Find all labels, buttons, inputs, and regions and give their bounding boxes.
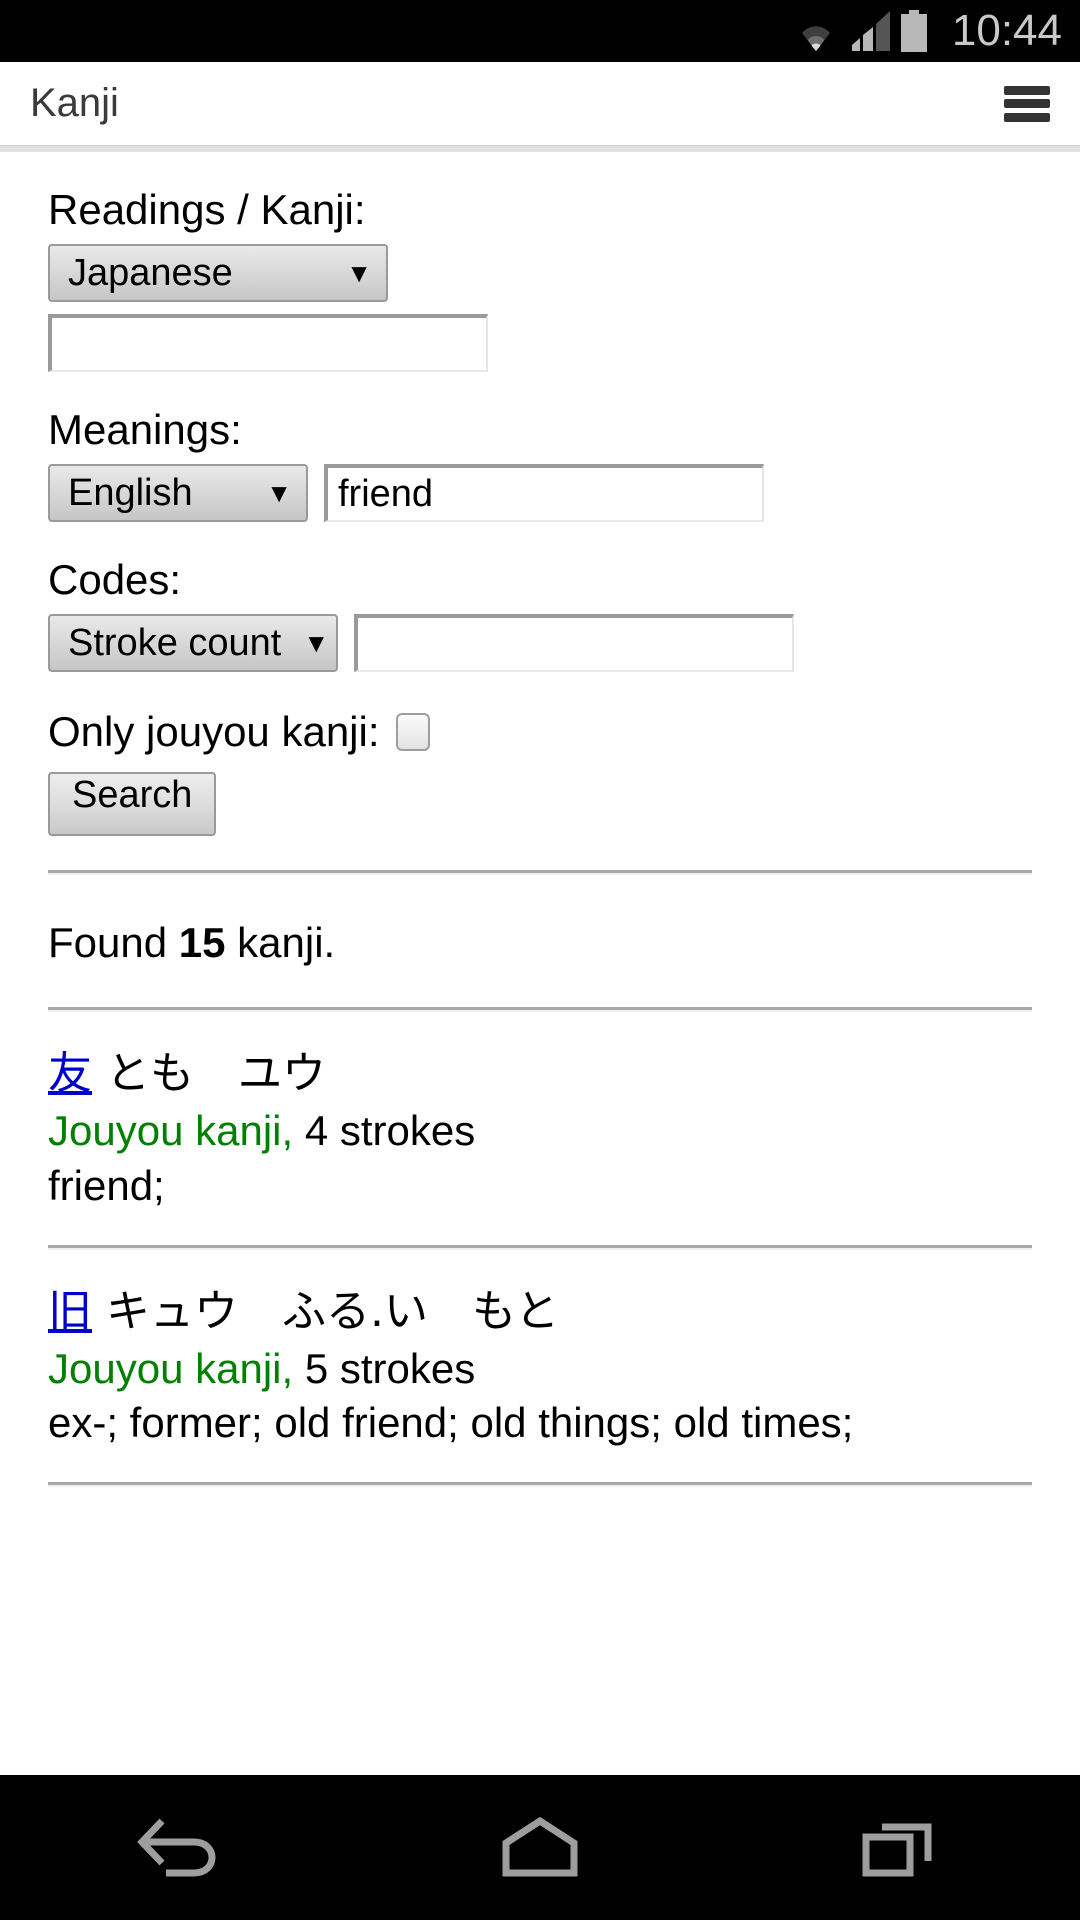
codes-type-value: Stroke count: [68, 621, 282, 664]
page-title: Kanji: [30, 81, 119, 125]
codes-input[interactable]: [354, 614, 794, 672]
app-bar-divider: [0, 145, 1080, 152]
status-bar: 10:44: [0, 0, 1080, 62]
result-meanings: ex-; former; old friend; old things; old…: [48, 1399, 854, 1447]
found-suffix: kanji.: [225, 919, 336, 966]
found-prefix: Found: [48, 919, 179, 966]
jouyou-badge: Jouyou kanji,: [48, 1107, 294, 1154]
only-jouyou-row: Only jouyou kanji:: [48, 708, 1032, 756]
codes-row: Stroke count ▼: [48, 614, 1032, 672]
result-item: 友とも ユウ Jouyou kanji, 4 strokes friend;: [48, 1046, 1032, 1211]
codes-label: Codes:: [48, 556, 182, 603]
chevron-down-icon: ▼: [303, 628, 330, 658]
result-meta: Jouyou kanji, 5 strokes: [48, 1343, 1032, 1396]
results-count: Found 15 kanji.: [48, 919, 1032, 967]
kanji-character-link[interactable]: 友: [48, 1048, 92, 1099]
result-meanings: friend;: [48, 1161, 165, 1209]
kanji-character-link[interactable]: 旧: [48, 1286, 92, 1337]
readings-language-value: Japanese: [68, 251, 233, 294]
search-button[interactable]: Search: [48, 772, 217, 836]
result-heading: 友とも ユウ: [48, 1046, 1032, 1101]
jouyou-badge: Jouyou kanji,: [48, 1344, 294, 1392]
meanings-label: Meanings:: [48, 406, 242, 453]
home-icon: [502, 1816, 578, 1876]
kanji-readings: キュウ ふる.い もと: [106, 1285, 560, 1337]
scroll-content[interactable]: Readings / Kanji: Japanese ▼ Meanings: E…: [0, 152, 1080, 1775]
meanings-row: English ▼: [48, 464, 1032, 522]
only-jouyou-checkbox[interactable]: [395, 713, 430, 751]
recent-apps-icon: [862, 1823, 932, 1876]
stroke-count: 4 strokes: [293, 1107, 476, 1154]
hamburger-menu-icon[interactable]: [1004, 85, 1050, 122]
wifi-icon: [801, 26, 830, 51]
nav-recents-button[interactable]: [800, 1775, 1000, 1920]
readings-input[interactable]: [48, 314, 488, 372]
android-nav-bar: [0, 1775, 1080, 1920]
meanings-language-select[interactable]: English ▼: [48, 464, 308, 522]
only-jouyou-label: Only jouyou kanji:: [48, 708, 380, 755]
kanji-readings: とも ユウ: [106, 1048, 326, 1099]
status-clock: 10:44: [951, 6, 1062, 55]
meanings-input[interactable]: [324, 464, 764, 522]
result-item: 旧キュウ ふる.い もと Jouyou kanji, 5 strokes ex-…: [48, 1284, 1032, 1449]
form-results-divider: [48, 870, 1032, 875]
signal-icon: [851, 11, 890, 51]
readings-language-select[interactable]: Japanese ▼: [48, 244, 388, 302]
meanings-language-value: English: [68, 471, 193, 514]
hamburger-bar-1: [1004, 85, 1050, 95]
hamburger-bar-2: [1004, 99, 1050, 108]
status-icons: 10:44: [793, 9, 1062, 53]
battery-icon: [900, 10, 927, 52]
chevron-down-icon: ▼: [346, 258, 372, 288]
result-meta: Jouyou kanji, 4 strokes: [48, 1105, 1032, 1158]
readings-label: Readings / Kanji:: [48, 186, 366, 233]
result-divider-2: [48, 1482, 1032, 1488]
codes-type-select[interactable]: Stroke count ▼: [48, 614, 338, 672]
result-divider-1: [48, 1244, 1032, 1250]
back-icon: [137, 1818, 216, 1876]
stroke-count: 5 strokes: [293, 1344, 476, 1392]
form-and-results: Readings / Kanji: Japanese ▼ Meanings: E…: [0, 186, 1080, 1488]
app-bar: Kanji: [0, 62, 1080, 145]
nav-home-button[interactable]: [440, 1775, 640, 1920]
result-divider-0: [48, 1007, 1032, 1012]
nav-back-button[interactable]: [80, 1775, 280, 1920]
chevron-down-icon: ▼: [266, 478, 292, 508]
found-count: 15: [178, 919, 226, 966]
hamburger-bar-3: [1004, 112, 1050, 122]
result-heading: 旧キュウ ふる.い もと: [48, 1284, 1032, 1339]
